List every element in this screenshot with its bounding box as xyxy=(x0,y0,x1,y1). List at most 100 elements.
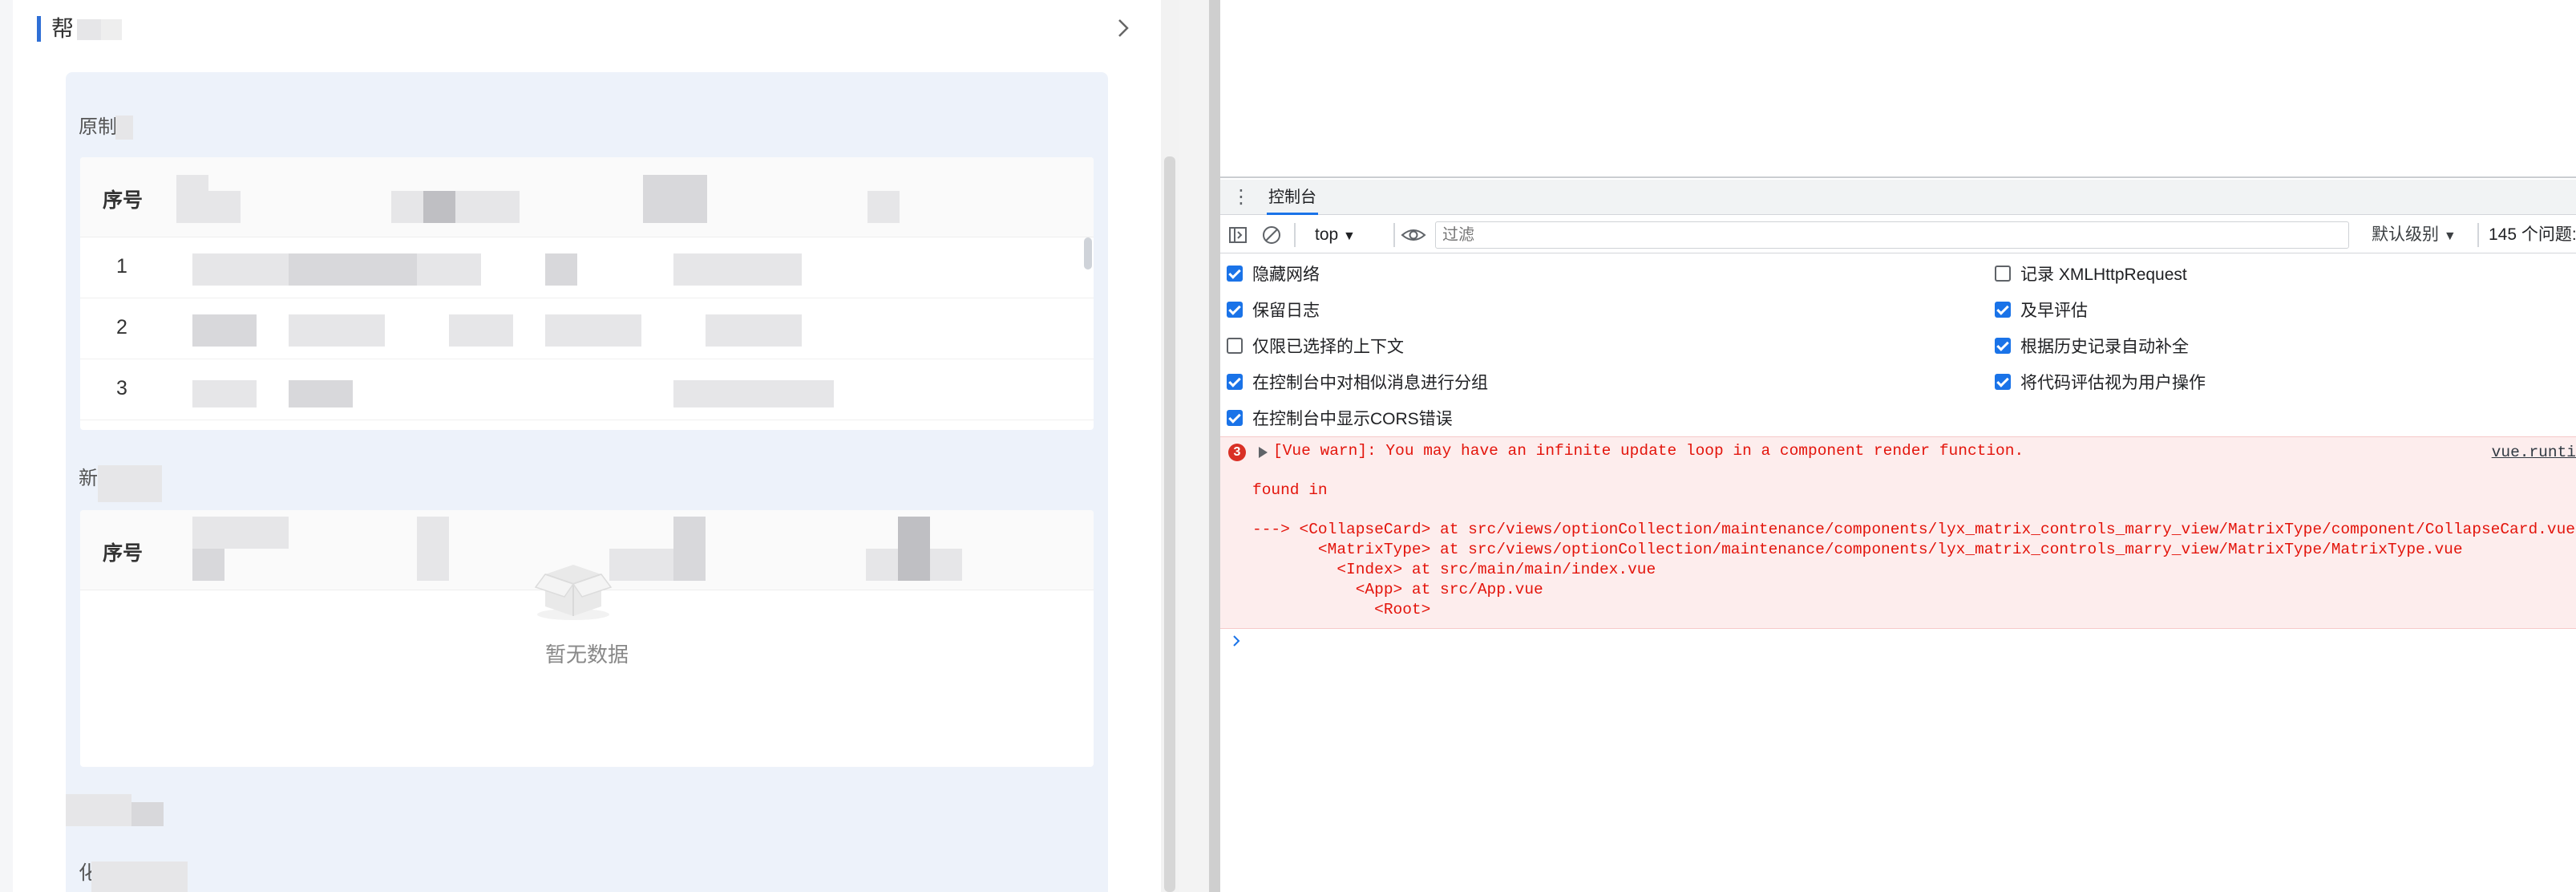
context-select[interactable]: top ▼ xyxy=(1315,223,1356,249)
table-row[interactable]: 3 xyxy=(80,359,1094,420)
checkbox-checked-icon[interactable] xyxy=(1227,266,1243,282)
setting-label: 在控制台中对相似消息进行分组 xyxy=(1252,374,1488,392)
row-index: 2 xyxy=(116,316,127,339)
redacted-cell xyxy=(289,253,417,286)
redacted-cell xyxy=(192,380,257,407)
setting-log-xhr[interactable]: 记录 XMLHttpRequest xyxy=(1995,262,2187,286)
redacted-cell xyxy=(192,314,257,347)
page-scrollbar-thumb[interactable] xyxy=(1164,156,1175,892)
redacted-header xyxy=(391,191,423,223)
checkbox-checked-icon[interactable] xyxy=(1995,374,2011,390)
header-title: 帮 xyxy=(51,16,75,41)
redacted-header xyxy=(176,175,208,223)
stack-line: <Root> xyxy=(1252,601,1431,618)
table-row[interactable]: 2 xyxy=(80,298,1094,359)
checkbox-checked-icon[interactable] xyxy=(1227,374,1243,390)
matrix-panel: 原制 序号 1 2 3 新 序号 暂无数据 化 xyxy=(66,72,1108,892)
expand-triangle-icon[interactable] xyxy=(1259,447,1268,458)
error-source-link[interactable]: vue.runti xyxy=(2492,444,2576,461)
original-table: 序号 1 2 3 xyxy=(80,157,1094,430)
console-prompt-icon[interactable] xyxy=(1231,634,1241,648)
redacted-text xyxy=(98,465,162,502)
redacted-text xyxy=(115,116,133,140)
chevron-right-icon[interactable] xyxy=(1111,16,1135,40)
caret-down-icon: ▼ xyxy=(2443,229,2457,243)
redacted-cell xyxy=(289,380,353,407)
redacted-text xyxy=(91,862,188,892)
setting-label: 仅限已选择的上下文 xyxy=(1252,338,1404,356)
checkbox-checked-icon[interactable] xyxy=(1995,302,2011,318)
splitter-edge[interactable] xyxy=(1209,0,1220,892)
page-gutter xyxy=(0,0,13,892)
console-error-message[interactable]: 3 [Vue warn]: You may have an infinite u… xyxy=(1220,436,2576,629)
filter-input[interactable] xyxy=(1436,222,2348,248)
row-index: 1 xyxy=(116,255,127,278)
redacted-header xyxy=(192,549,224,581)
redacted-cell xyxy=(449,314,513,347)
checkbox-unchecked-icon[interactable] xyxy=(1995,266,2011,282)
collapse-card-header[interactable]: 帮 xyxy=(13,0,1167,58)
toolbar-divider xyxy=(1393,223,1395,247)
devtools-pane: ⋮ 控制台 top ▼ 默认级别 ▼ 145 个问题: 隐藏网络 保留日志 仅限… xyxy=(1220,0,2576,892)
redacted-header xyxy=(417,517,449,581)
table-row[interactable]: 1 xyxy=(80,237,1094,298)
sidebar-toggle-icon[interactable] xyxy=(1227,224,1249,246)
new-table: 序号 暂无数据 xyxy=(80,510,1094,767)
setting-label: 记录 XMLHttpRequest xyxy=(2020,266,2187,284)
redacted-header xyxy=(673,517,706,581)
redacted-cell xyxy=(289,314,385,347)
setting-hide-network[interactable]: 隐藏网络 xyxy=(1227,262,1320,286)
clear-console-icon[interactable] xyxy=(1260,224,1283,246)
redacted-text xyxy=(66,794,131,826)
stack-line: <MatrixType> at src/views/optionCollecti… xyxy=(1252,541,2463,558)
setting-eager-eval[interactable]: 及早评估 xyxy=(1995,298,2088,322)
redacted-header xyxy=(423,191,455,223)
redacted-text xyxy=(101,19,122,40)
filter-field[interactable] xyxy=(1435,221,2349,249)
checkbox-unchecked-icon[interactable] xyxy=(1227,338,1243,354)
setting-show-cors[interactable]: 在控制台中显示CORS错误 xyxy=(1227,406,1453,430)
redacted-header xyxy=(192,517,289,549)
redacted-cell xyxy=(673,380,834,407)
setting-label: 在控制台中显示CORS错误 xyxy=(1252,410,1453,428)
redacted-header xyxy=(867,191,900,223)
setting-autocomplete-history[interactable]: 根据历史记录自动补全 xyxy=(1995,334,2189,358)
log-level-select[interactable]: 默认级别 ▼ xyxy=(2372,223,2457,249)
empty-box-icon xyxy=(534,565,613,620)
redacted-cell xyxy=(545,314,641,347)
error-count-badge: 3 xyxy=(1228,444,1246,461)
redacted-cell xyxy=(545,253,577,286)
redacted-cell xyxy=(673,253,802,286)
redacted-header xyxy=(643,175,707,223)
redacted-cell xyxy=(706,314,802,347)
column-header-index: 序号 xyxy=(103,189,144,212)
setting-label: 保留日志 xyxy=(1252,302,1320,320)
checkbox-checked-icon[interactable] xyxy=(1227,410,1243,426)
stack-line: ---> <CollapseCard> at src/views/optionC… xyxy=(1252,521,2575,538)
redacted-header xyxy=(898,517,930,581)
devtools-splitter[interactable] xyxy=(1179,0,1220,892)
setting-group-similar[interactable]: 在控制台中对相似消息进行分组 xyxy=(1227,370,1488,394)
error-found-in: found in xyxy=(1252,481,1328,499)
app-pane: 帮 原制 序号 1 2 3 新 序号 暂无数据 化 xyxy=(0,0,1179,892)
setting-preserve-log[interactable]: 保留日志 xyxy=(1227,298,1320,322)
setting-selected-context[interactable]: 仅限已选择的上下文 xyxy=(1227,334,1404,358)
section-title-original: 原制 xyxy=(79,116,117,138)
more-vertical-icon[interactable]: ⋮ xyxy=(1231,186,1251,209)
table-scrollbar[interactable] xyxy=(1084,237,1092,270)
context-value: top xyxy=(1315,225,1339,244)
drawer-tabbar: ⋮ 控制台 xyxy=(1220,180,2576,215)
stack-line: <App> at src/App.vue xyxy=(1252,581,1543,598)
setting-user-activation[interactable]: 将代码评估视为用户操作 xyxy=(1995,370,2206,394)
redacted-header xyxy=(208,191,241,223)
eye-icon[interactable] xyxy=(1400,224,1427,246)
stack-line: <Index> at src/main/main/index.vue xyxy=(1252,561,1656,578)
checkbox-checked-icon[interactable] xyxy=(1227,302,1243,318)
caret-down-icon: ▼ xyxy=(1343,229,1356,243)
row-index: 3 xyxy=(116,377,127,399)
redacted-text xyxy=(77,19,101,40)
issues-counter[interactable]: 145 个问题: xyxy=(2477,223,2576,247)
checkbox-checked-icon[interactable] xyxy=(1995,338,2011,354)
tab-console[interactable]: 控制台 xyxy=(1267,180,1318,215)
setting-label: 根据历史记录自动补全 xyxy=(2020,338,2189,356)
